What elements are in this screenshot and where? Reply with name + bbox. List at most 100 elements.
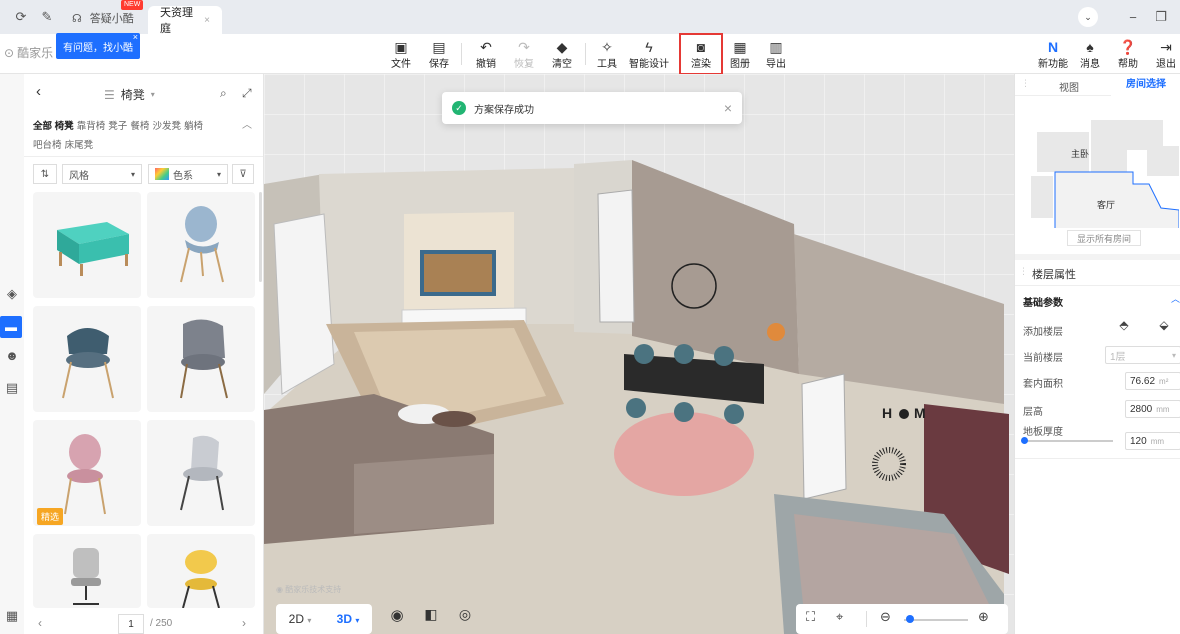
zoom-in-icon[interactable]: ⊕ — [978, 609, 989, 625]
product-card[interactable] — [33, 306, 141, 412]
close-icon[interactable]: × — [133, 32, 138, 42]
color-filter[interactable]: 色系 ▾ — [148, 164, 228, 184]
redo-button[interactable]: ↷ 恢复 — [512, 34, 536, 74]
product-card[interactable] — [33, 192, 141, 298]
clear-label: 清空 — [552, 58, 572, 70]
category-selector[interactable]: ☰ 椅凳 ▾ — [104, 86, 155, 103]
view-2d-button[interactable]: 2D ▾ — [276, 612, 324, 626]
page-input[interactable]: 1 — [118, 614, 144, 634]
category-item[interactable]: 沙发凳 — [152, 121, 181, 132]
smart-design-button[interactable]: ϟ 智能设计 — [627, 34, 671, 74]
category-item[interactable]: 凳子 — [108, 121, 127, 132]
new-feature-button[interactable]: N 新功能 — [1036, 34, 1070, 74]
product-card[interactable] — [33, 534, 141, 608]
product-card[interactable] — [147, 534, 255, 609]
messages-button[interactable]: ♠ 消息 — [1078, 34, 1102, 74]
tab-room-select[interactable]: 房间选择 — [1111, 74, 1180, 96]
minimize-icon[interactable]: − — [1122, 6, 1144, 28]
drag-handle-icon[interactable]: ⋮ — [1021, 78, 1030, 89]
clear-button[interactable]: ◆ 清空 — [550, 34, 574, 74]
chevron-up-icon[interactable]: ︿ — [1171, 292, 1180, 305]
zoom-slider-handle[interactable] — [906, 615, 914, 623]
search-icon[interactable]: ⌕ — [220, 86, 227, 101]
save-button[interactable]: ▤ 保存 — [427, 34, 451, 74]
prev-page-icon[interactable]: ‹ — [38, 616, 42, 630]
add-floor-up-icon[interactable]: ⬘ — [1111, 318, 1137, 336]
sort-icon[interactable]: ⇅ — [33, 164, 57, 184]
floor-thickness-slider[interactable] — [1023, 440, 1113, 442]
filter-icon[interactable]: ⊽ — [232, 164, 254, 184]
help-popup[interactable]: 有问题，找小酷 × — [56, 32, 140, 59]
user-icon[interactable]: ☻ — [2, 348, 22, 366]
exit-button[interactable]: ⇥ 退出 — [1154, 34, 1178, 74]
product-card[interactable] — [147, 192, 255, 298]
floor-height-value: 2800 — [1130, 403, 1153, 415]
chevron-up-icon[interactable]: ︿ — [242, 116, 252, 131]
compass-icon[interactable]: ◎ — [454, 606, 476, 632]
close-icon[interactable]: × — [204, 15, 210, 26]
category-all[interactable]: 全部 椅凳 — [33, 121, 74, 132]
floor-minimap[interactable] — [1029, 118, 1179, 228]
divider — [866, 611, 867, 627]
office-chair-image — [71, 548, 101, 605]
file-button[interactable]: ▣ 文件 — [389, 34, 413, 74]
category-item[interactable]: 床尾凳 — [65, 140, 94, 151]
restore-icon[interactable]: ❐ — [1150, 6, 1172, 28]
album-button[interactable]: ▦ 图册 — [728, 34, 752, 74]
undo-label: 撤销 — [476, 58, 496, 70]
3d-viewport[interactable]: H M ◉ 酷家乐技术支持 2D ▾ 3D ▾ ◉ ◧ ◎ ⛶ ⌖ ⊖ ⊕ — [264, 74, 1014, 634]
product-card[interactable]: 精选 — [33, 420, 141, 526]
collapse-icon[interactable]: ⌄ — [1078, 7, 1098, 27]
tab-view[interactable]: 视图 — [1059, 79, 1079, 94]
category-item[interactable]: 吧台椅 — [33, 140, 62, 151]
export-button[interactable]: ▥ 导出 — [764, 34, 788, 74]
show-all-rooms-button[interactable]: 显示所有房间 — [1067, 230, 1141, 246]
floor-height-field[interactable]: 2800 mm — [1125, 400, 1180, 418]
tools-button[interactable]: ✧ 工具 — [595, 34, 619, 74]
chevron-down-icon: ▾ — [355, 616, 360, 625]
floor-thickness-field[interactable]: 120 mm — [1125, 432, 1180, 450]
expand-icon[interactable]: ⤢ — [242, 86, 252, 101]
cube-icon[interactable]: ◧ — [420, 606, 442, 632]
cabinet-icon[interactable]: ▤ — [2, 380, 22, 398]
tab-project-label: 天资理庭 — [160, 7, 193, 35]
back-icon[interactable]: ‹ — [36, 83, 41, 100]
inner-area-field[interactable]: 76.62 m² — [1125, 372, 1180, 390]
chair-image — [62, 328, 114, 399]
pin-icon[interactable]: ✎ — [36, 6, 58, 28]
refresh-icon[interactable]: ⟳ — [10, 6, 32, 28]
floor-thickness-label: 地板厚度 — [1023, 427, 1063, 438]
undo-button[interactable]: ↶ 撤销 — [474, 34, 498, 74]
fit-view-icon[interactable]: ⌖ — [836, 609, 843, 625]
tab-project[interactable]: 天资理庭 × — [148, 6, 222, 35]
add-floor-down-icon[interactable]: ⬙ — [1151, 318, 1177, 336]
room-label-living[interactable]: 客厅 — [1097, 198, 1115, 211]
style-filter[interactable]: 风格 ▾ — [62, 164, 142, 184]
help-button[interactable]: ❓ 帮助 — [1116, 34, 1140, 74]
close-icon[interactable]: × — [724, 100, 732, 116]
view-3d-button[interactable]: 3D ▾ — [324, 612, 372, 626]
layers-icon[interactable]: ◈ — [2, 286, 22, 304]
bell-icon: ♠ — [1086, 38, 1094, 55]
category-item[interactable]: 躺椅 — [184, 121, 203, 132]
render-button[interactable]: ◙ 渲染 — [679, 33, 723, 75]
category-item[interactable]: 靠背椅 — [77, 121, 106, 132]
visibility-icon[interactable]: ◉ — [386, 606, 408, 632]
category-item[interactable]: 餐椅 — [130, 121, 149, 132]
zoom-out-icon[interactable]: ⊖ — [880, 609, 891, 625]
floor-thickness-slider-handle[interactable] — [1021, 437, 1028, 444]
drag-handle-icon[interactable]: ⋮ — [1019, 266, 1028, 282]
next-page-icon[interactable]: › — [242, 616, 246, 630]
chair-image — [180, 319, 228, 399]
room-label-master[interactable]: 主卧 — [1071, 147, 1089, 160]
product-card[interactable] — [147, 420, 255, 526]
furniture-icon[interactable]: ▬ — [0, 316, 22, 338]
product-card[interactable] — [147, 306, 255, 412]
scrollbar[interactable] — [259, 192, 262, 282]
keyboard-icon[interactable]: ▦ — [2, 608, 22, 626]
export-icon: ▥ — [769, 38, 783, 55]
zoom-controls: ⛶ ⌖ ⊖ ⊕ — [796, 604, 1008, 634]
current-floor-select[interactable]: 1层 ▾ — [1105, 346, 1180, 364]
screenshot-icon[interactable]: ⛶ — [806, 609, 815, 625]
album-icon: ▦ — [733, 38, 747, 55]
